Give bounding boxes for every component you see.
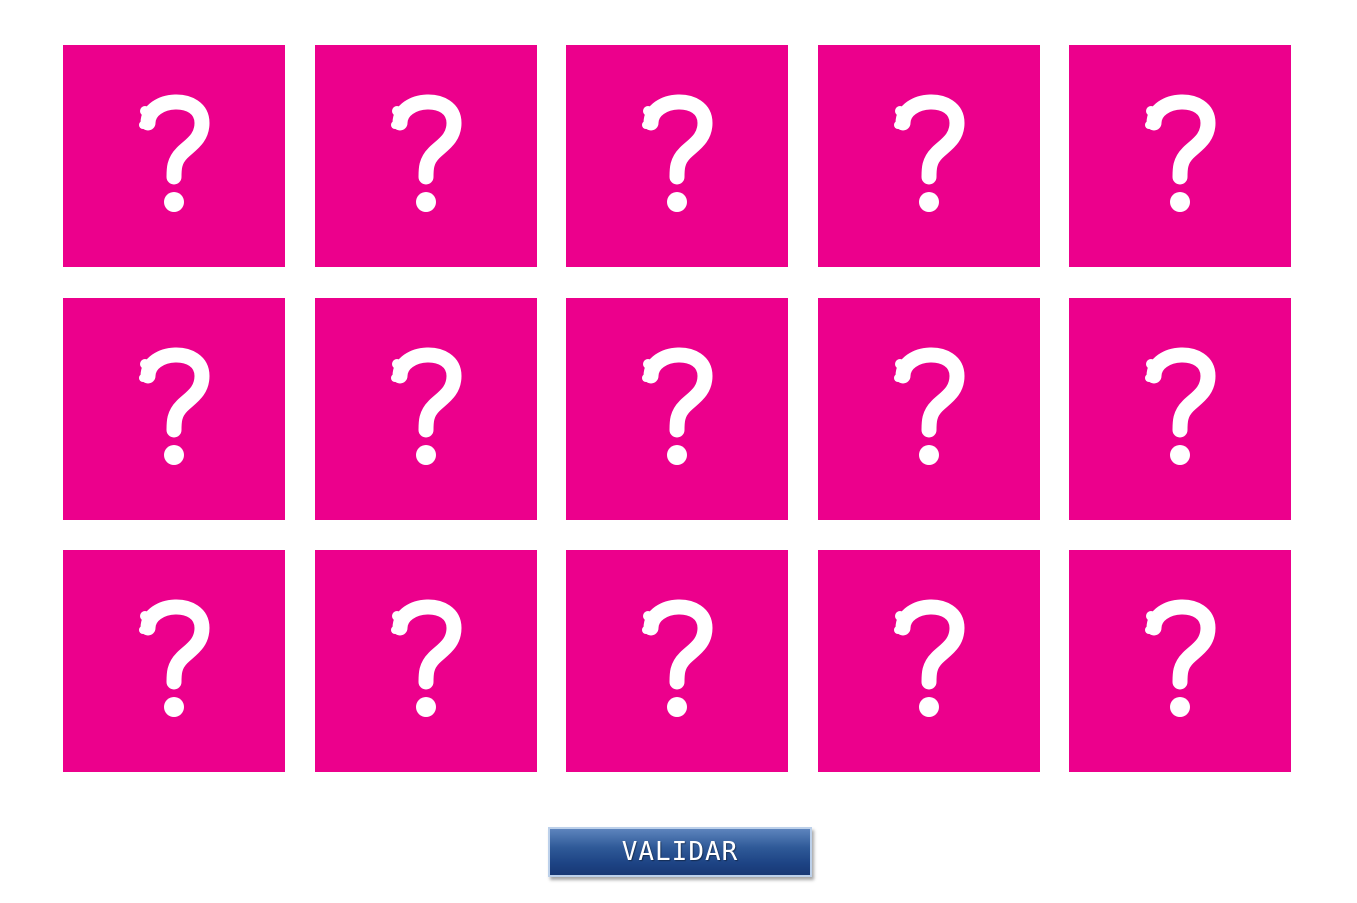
memory-card[interactable]: [566, 550, 788, 772]
memory-card[interactable]: [314, 45, 537, 267]
question-mark-icon: [1145, 347, 1216, 465]
question-mark-icon: [390, 599, 462, 717]
question-mark-icon: [1145, 599, 1216, 717]
memory-card[interactable]: [817, 45, 1040, 267]
question-mark-icon: [642, 347, 713, 465]
question-mark-icon: [893, 94, 965, 212]
question-mark-icon: [139, 94, 210, 212]
validate-button[interactable]: VALIDAR: [548, 827, 812, 877]
question-mark-icon: [893, 599, 965, 717]
memory-card[interactable]: [1069, 297, 1291, 520]
memory-card[interactable]: [63, 297, 285, 520]
question-mark-icon: [642, 94, 713, 212]
memory-card[interactable]: [1069, 550, 1291, 772]
question-mark-icon: [1145, 94, 1216, 212]
question-mark-icon: [893, 347, 965, 465]
memory-card[interactable]: [817, 297, 1040, 520]
card-grid: [63, 45, 1291, 772]
question-mark-icon: [139, 347, 210, 465]
memory-card[interactable]: [63, 550, 285, 772]
memory-card[interactable]: [1069, 45, 1291, 267]
memory-card[interactable]: [817, 550, 1040, 772]
question-mark-icon: [390, 347, 462, 465]
question-mark-icon: [642, 599, 713, 717]
question-mark-icon: [139, 599, 210, 717]
memory-card[interactable]: [314, 550, 537, 772]
memory-card[interactable]: [566, 45, 788, 267]
memory-card[interactable]: [63, 45, 285, 267]
memory-card[interactable]: [566, 297, 788, 520]
memory-card[interactable]: [314, 297, 537, 520]
question-mark-icon: [390, 94, 462, 212]
